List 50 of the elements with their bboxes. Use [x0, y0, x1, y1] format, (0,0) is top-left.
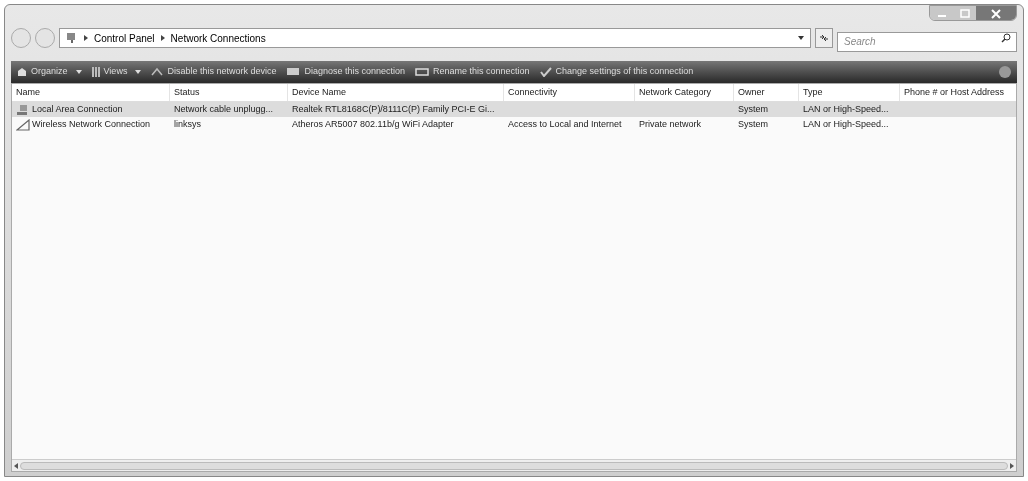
- search-icon: [1001, 33, 1011, 43]
- toolbar-button[interactable]: Diagnose this connection: [286, 65, 406, 79]
- table-cell-text: System: [738, 102, 768, 116]
- rename-icon: [415, 68, 430, 76]
- table-cell-text: Wireless Network Connection: [32, 117, 151, 131]
- toolbar-button[interactable]: Disable this network device: [151, 65, 277, 79]
- table-cell-text: Network cable unplugg...: [174, 102, 274, 116]
- table-cell-text: Atheros AR5007 802.11b/g WiFi Adapter: [292, 117, 454, 131]
- table-row[interactable]: Wireless Network Connection linksys Atheros AR5007 802.11b/g WiFi Adapter Access to Local and Internet Private network System LAN or High-Speed...: [12, 117, 1016, 132]
- dropdown-icon[interactable]: [798, 36, 804, 40]
- column-header[interactable]: Owner: [734, 84, 799, 101]
- column-header[interactable]: Phone # or Host Address: [900, 84, 1022, 101]
- column-header[interactable]: Name: [12, 84, 170, 101]
- column-header[interactable]: Connectivity: [504, 84, 635, 101]
- refresh-icon: [819, 34, 829, 42]
- breadcrumb-item[interactable]: Network Connections: [170, 30, 266, 46]
- toolbar-button[interactable]: Rename this connection: [415, 65, 530, 79]
- table-cell-text: Realtek RTL8168C(P)/8111C(P) Family PCI-E Gi...: [292, 102, 495, 116]
- toolbar-button[interactable]: Views: [91, 65, 142, 79]
- chevron-icon: [84, 35, 88, 41]
- breadcrumb-item[interactable]: Control Panel: [94, 30, 155, 46]
- column-header[interactable]: Network Category: [635, 84, 734, 101]
- signal-bars-icon: [16, 118, 30, 131]
- table-row[interactable]: Local Area Connection Network cable unplugg... Realtek RTL8168C(P)/8111C(P) Family PCI-E Gi... System LAN or High-Speed...: [12, 102, 1016, 117]
- help-button[interactable]: [999, 66, 1011, 78]
- column-header[interactable]: Status: [170, 84, 288, 101]
- column-header[interactable]: Device Name: [288, 84, 504, 101]
- horizontal-scrollbar[interactable]: [12, 459, 1016, 471]
- chevron-icon: [160, 35, 165, 41]
- table-cell-text: System: [738, 117, 768, 131]
- table-cell-text: LAN or High-Speed...: [803, 102, 889, 116]
- checkmark-icon: [539, 67, 552, 77]
- search-field[interactable]: Search: [837, 31, 1017, 52]
- monitor-icon: [286, 67, 301, 77]
- window-controls-icon[interactable]: [929, 5, 1017, 21]
- address-field[interactable]: Control Panel Network Connections: [59, 28, 811, 48]
- table-cell-text: linksys: [174, 117, 201, 131]
- column-header[interactable]: Type: [799, 84, 900, 101]
- toolbar-button[interactable]: Change settings of this connection: [539, 65, 694, 79]
- table-cell-text: Access to Local and Internet: [508, 117, 622, 131]
- table-cell-text: Private network: [639, 117, 702, 131]
- toolbar-button[interactable]: Organize: [17, 65, 82, 79]
- network-cable-icon: [16, 103, 30, 116]
- caret-icon: [135, 70, 142, 74]
- columns-icon: [91, 67, 100, 77]
- caret-icon: [75, 70, 82, 74]
- control-panel-icon: [66, 32, 78, 44]
- table-cell-text: LAN or High-Speed...: [803, 117, 889, 131]
- refresh-button[interactable]: [815, 28, 833, 48]
- table-cell-text: Local Area Connection: [32, 102, 123, 116]
